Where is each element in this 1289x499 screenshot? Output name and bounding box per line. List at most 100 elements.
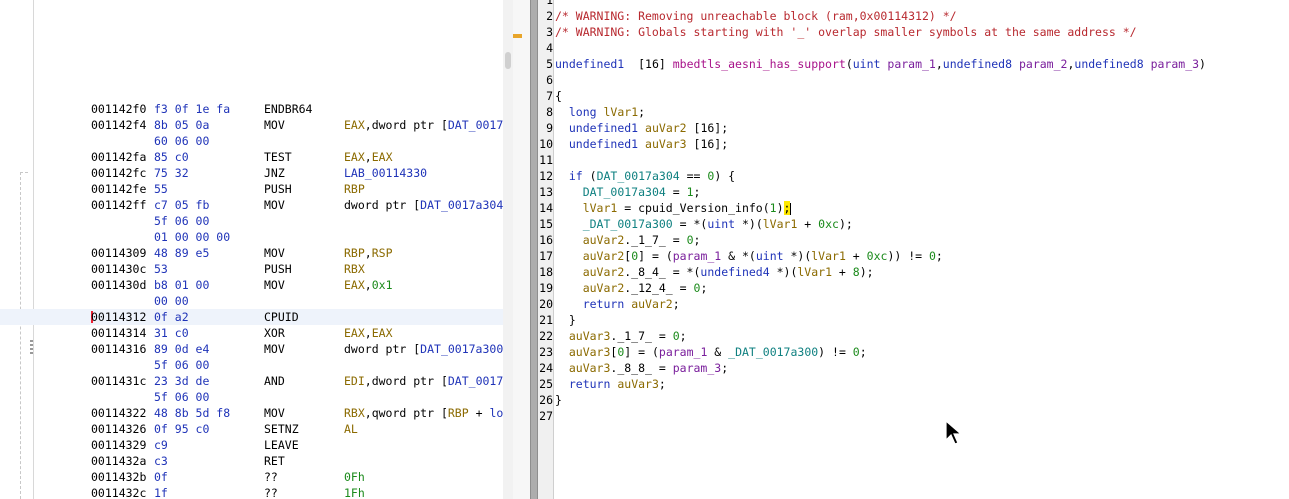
instruction-bytes[interactable]: 0f 95 c0 <box>154 421 209 437</box>
instruction-address[interactable]: 0011431c <box>91 373 146 389</box>
listing-row[interactable]: 00 00 <box>0 293 503 309</box>
code-token[interactable]: [16] <box>624 57 672 71</box>
code-token[interactable]: ; <box>721 361 728 375</box>
code-line[interactable]: auVar3._8_8_ = param_3; <box>555 360 728 376</box>
code-line[interactable]: undefined1 auVar3 [16]; <box>555 136 728 152</box>
instruction-operands[interactable]: EDI,dword ptr [DAT_0017 <box>344 373 503 389</box>
instruction-operands[interactable]: RBP,RSP <box>344 245 393 261</box>
code-token[interactable]: ; <box>694 233 701 247</box>
instruction-operands[interactable]: 1Fh <box>344 485 365 499</box>
instruction-mnemonic[interactable]: MOV <box>264 341 285 357</box>
instruction-mnemonic[interactable]: JNZ <box>264 165 285 181</box>
code-token[interactable]: = <box>666 185 687 199</box>
listing-row[interactable]: 001142fa 85 c0 TEST EAX,EAX <box>0 149 503 165</box>
code-token[interactable]: auVar3 <box>569 361 611 375</box>
code-token[interactable] <box>555 377 569 391</box>
code-token[interactable]: param_1 <box>887 57 935 71</box>
operand-token[interactable]: , <box>365 150 372 164</box>
code-token[interactable]: + <box>846 249 867 263</box>
code-token[interactable]: uint <box>707 217 735 231</box>
listing-row[interactable]: 60 06 00 <box>0 133 503 149</box>
instruction-bytes[interactable]: 0f <box>154 469 168 485</box>
operand-token[interactable]: ,dword ptr [ <box>365 118 448 132</box>
listing-row[interactable]: 5f 06 00 <box>0 389 503 405</box>
operand-token[interactable]: dword ptr [ <box>344 342 420 356</box>
code-line[interactable]: /* WARNING: Globals starting with '_' ov… <box>555 24 1137 40</box>
code-token[interactable]: if <box>569 169 583 183</box>
code-token[interactable]: ; <box>694 185 701 199</box>
operand-token[interactable]: ,qword ptr [ <box>365 406 448 420</box>
instruction-operands[interactable]: AL <box>344 421 358 437</box>
code-token[interactable]: *)( <box>784 249 811 263</box>
operand-token[interactable]: LAB_00114330 <box>344 166 427 180</box>
code-token[interactable]: ._1_7_ = <box>624 233 686 247</box>
code-token[interactable]: uint <box>853 57 881 71</box>
listing-row[interactable]: 0011432b 0f?? 0Fh <box>0 469 503 485</box>
operand-token[interactable]: EAX <box>344 278 365 292</box>
code-token[interactable] <box>555 297 583 311</box>
code-token[interactable]: ; <box>700 281 707 295</box>
instruction-address[interactable]: 001142ff <box>91 197 146 213</box>
instruction-bytes[interactable]: c9 <box>154 437 168 453</box>
operand-token[interactable]: EAX <box>344 150 365 164</box>
code-line[interactable]: auVar2._12_4_ = 0; <box>555 280 708 296</box>
listing-row[interactable]: 001142fc 75 32 JNZ LAB_00114330 <box>0 165 503 181</box>
code-token[interactable]: 1 <box>687 185 694 199</box>
instruction-mnemonic[interactable]: CPUID <box>264 309 299 325</box>
code-token[interactable]: param_3 <box>1151 57 1199 71</box>
listing-row[interactable]: 001142f4 8b 05 0a MOV EAX,dword ptr [DAT_00… <box>0 117 503 133</box>
instruction-mnemonic[interactable]: MOV <box>264 405 285 421</box>
code-token[interactable] <box>1144 57 1151 71</box>
instruction-bytes[interactable]: 48 89 e5 <box>154 245 209 261</box>
operand-token[interactable]: EAX <box>344 118 365 132</box>
instruction-address[interactable]: 001142f4 <box>91 117 146 133</box>
operand-token[interactable]: ,dword ptr [ <box>365 374 448 388</box>
instruction-bytes[interactable]: 89 0d e4 <box>154 341 209 357</box>
instruction-address[interactable]: 0011430c <box>91 261 146 277</box>
code-token[interactable]: auVar2 <box>583 233 625 247</box>
instruction-bytes[interactable]: 0f a2 <box>154 309 189 325</box>
code-token[interactable]: == <box>680 169 708 183</box>
listing-row[interactable]: 5f 06 00 <box>0 213 503 229</box>
code-token[interactable]: ) <box>777 201 784 215</box>
code-line[interactable]: auVar2[0] = (param_1 & *(uint *)(lVar1 +… <box>555 248 943 264</box>
code-token[interactable]: param_1 <box>673 249 721 263</box>
code-token[interactable] <box>555 169 569 183</box>
instruction-address[interactable]: 00114329 <box>91 437 146 453</box>
code-token[interactable]: = *( <box>673 217 708 231</box>
code-line[interactable]: DAT_0017a304 = 1; <box>555 184 701 200</box>
operand-token[interactable]: RSP <box>372 246 393 260</box>
code-token[interactable] <box>555 121 569 135</box>
code-token[interactable]: undefined1 <box>569 121 638 135</box>
operand-token[interactable]: , <box>365 246 372 260</box>
operand-token[interactable]: DAT_0017a300 <box>420 342 503 356</box>
code-token[interactable]: ; <box>936 249 943 263</box>
instruction-operands[interactable]: 0Fh <box>344 469 365 485</box>
code-token[interactable]: auVar3 <box>569 329 611 343</box>
instruction-address[interactable]: 00114316 <box>91 341 146 357</box>
listing-row[interactable]: 00114322 48 8b 5d f8 MOV RBX,qword ptr [RBP… <box>0 405 503 421</box>
code-token[interactable]: /* WARNING: Removing unreachable block (… <box>555 9 957 23</box>
code-token[interactable]: ; <box>638 105 645 119</box>
code-token[interactable]: auVar2 <box>631 297 673 311</box>
instruction-bytes[interactable]: 31 c0 <box>154 325 189 341</box>
instruction-mnemonic[interactable]: SETNZ <box>264 421 299 437</box>
listing-row[interactable]: 001142ff c7 05 fb MOV dword ptr [DAT_0017a3… <box>0 197 503 213</box>
code-line[interactable]: auVar2._8_4_ = *(undefined4 *)(lVar1 + 8… <box>555 264 874 280</box>
code-token[interactable]: [16]; <box>687 121 729 135</box>
code-token[interactable]: )) != <box>887 249 929 263</box>
operand-token[interactable]: 1Fh <box>344 486 365 499</box>
code-token[interactable]: ; <box>860 345 867 359</box>
code-token[interactable]: /* WARNING: Globals starting with '_' ov… <box>555 25 1137 39</box>
instruction-mnemonic[interactable]: PUSH <box>264 181 292 197</box>
code-token[interactable] <box>555 249 583 263</box>
code-token[interactable]: 0xc <box>867 249 888 263</box>
instruction-operands[interactable]: RBP <box>344 181 365 197</box>
operand-token[interactable]: RBP <box>448 406 469 420</box>
instruction-bytes[interactable]: c3 <box>154 453 168 469</box>
instruction-mnemonic[interactable]: MOV <box>264 245 285 261</box>
code-token[interactable]: return <box>583 297 625 311</box>
code-token[interactable]: auVar2 <box>583 265 625 279</box>
operand-token[interactable]: RBX <box>344 406 365 420</box>
code-token[interactable]: { <box>555 89 562 103</box>
